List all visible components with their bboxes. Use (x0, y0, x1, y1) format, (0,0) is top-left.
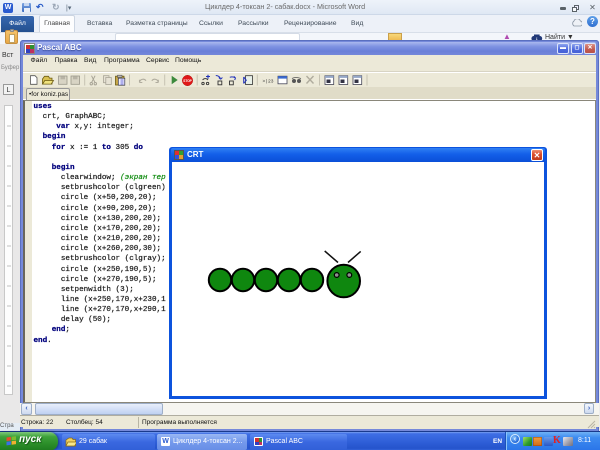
svg-text:>|23: >|23 (263, 79, 274, 85)
svg-text:STOP: STOP (183, 79, 192, 83)
